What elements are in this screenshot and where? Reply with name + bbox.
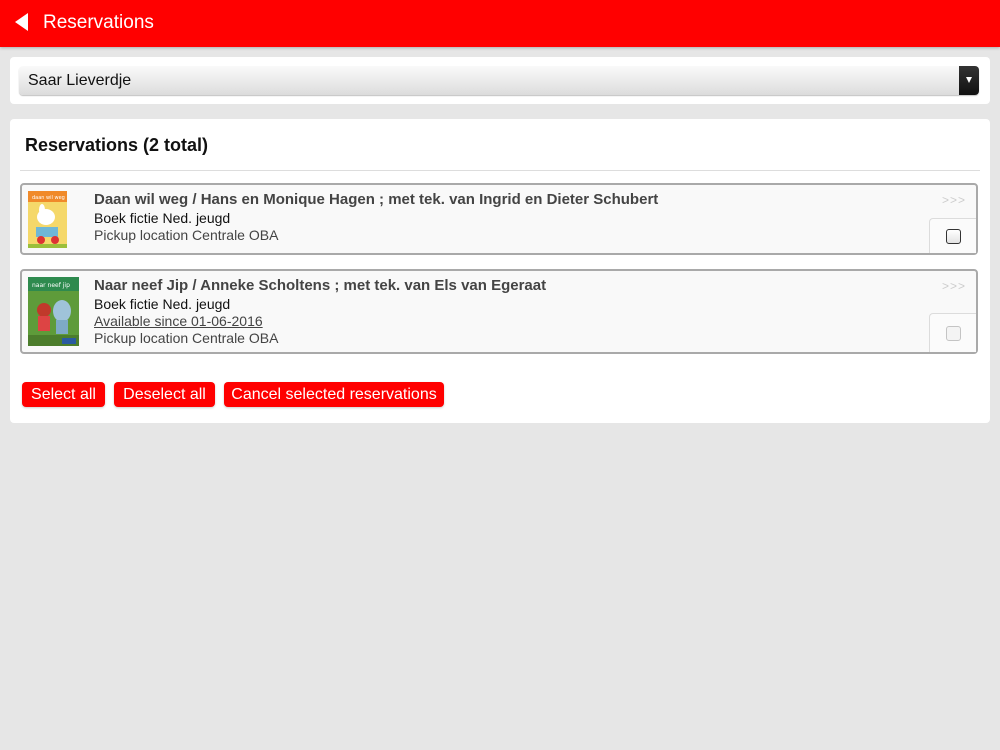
reservation-title[interactable]: Daan wil weg / Hans en Monique Hagen ; m… <box>94 191 658 209</box>
book-cover-image: naar neef jip <box>28 277 79 346</box>
reservation-type: Boek fictie Ned. jeugd <box>94 296 231 312</box>
account-select-panel: Saar Lieverdje <box>10 57 990 104</box>
reservation-pickup-location: Pickup location Centrale OBA <box>94 330 279 346</box>
reservations-panel: Reservations (2 total) daan wil weg Daan… <box>10 119 990 423</box>
svg-text:naar neef jip: naar neef jip <box>32 282 70 289</box>
checkbox-cell <box>929 218 976 253</box>
reservation-item[interactable]: daan wil weg Daan wil weg / Hans en Moni… <box>20 183 978 255</box>
reservation-checkbox[interactable] <box>946 326 961 341</box>
page-title: Reservations <box>43 12 154 33</box>
reservation-type: Boek fictie Ned. jeugd <box>94 210 231 226</box>
more-details-link[interactable]: >>> <box>942 279 966 293</box>
checkbox-cell <box>929 313 976 352</box>
reservations-heading: Reservations (2 total) <box>25 135 209 155</box>
reservation-checkbox[interactable] <box>946 229 961 244</box>
back-arrow-icon[interactable] <box>12 10 32 34</box>
cancel-selected-reservations-button[interactable]: Cancel selected reservations <box>224 382 444 407</box>
reservation-availability[interactable]: Available since 01-06-2016 <box>94 313 263 329</box>
account-select[interactable]: Saar Lieverdje <box>19 66 979 95</box>
top-bar: Reservations <box>0 0 1000 47</box>
dropdown-arrow-icon[interactable] <box>959 66 979 95</box>
account-select-value: Saar Lieverdje <box>28 72 132 89</box>
book-cover-image: daan wil weg <box>28 191 67 248</box>
divider <box>20 170 980 171</box>
reservation-title[interactable]: Naar neef Jip / Anneke Scholtens ; met t… <box>94 277 546 295</box>
select-all-button[interactable]: Select all <box>22 382 105 407</box>
deselect-all-button[interactable]: Deselect all <box>114 382 215 407</box>
reservation-pickup-location: Pickup location Centrale OBA <box>94 227 279 243</box>
reservation-item[interactable]: naar neef jip Naar neef Jip / Anneke Sch… <box>20 269 978 354</box>
svg-text:daan wil weg: daan wil weg <box>32 195 65 201</box>
more-details-link[interactable]: >>> <box>942 193 966 207</box>
